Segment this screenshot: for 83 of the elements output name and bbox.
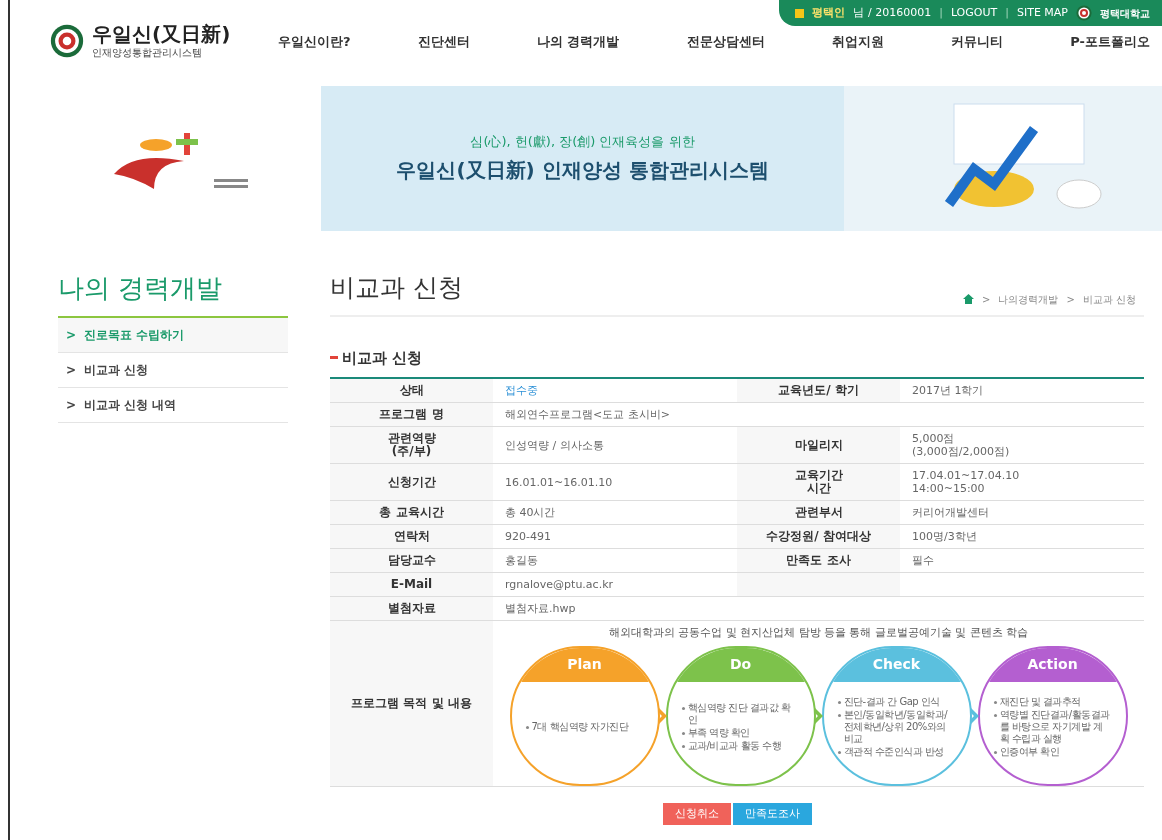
row-label: 별첨자료 xyxy=(330,597,493,620)
separator-text: | xyxy=(1005,4,1009,21)
row-value: 16.01.01~16.01.10 xyxy=(504,474,614,491)
pdca-item: 부족 역량 확인 xyxy=(687,726,750,739)
row-value: 총 40시간 xyxy=(504,505,557,521)
program-description: 해외대학과의 공동수업 및 현지산업체 탐방 등을 통해 글로벌공예기술 및 콘텐츠 학습 xyxy=(608,625,1029,641)
nav-menu-item[interactable]: 나의 경력개발 xyxy=(536,32,620,52)
bullet-icon xyxy=(681,706,685,710)
row-label: 교육기간 시간 xyxy=(737,464,900,500)
bullet-icon xyxy=(525,725,529,729)
nav-menu-item[interactable]: 진단센터 xyxy=(417,32,470,52)
university-name: 평택대학교 xyxy=(1100,6,1150,21)
bullet-icon xyxy=(837,700,841,704)
row-label: 프로그램 명 xyxy=(330,403,493,426)
nav-menu-item[interactable]: 우일신이란? xyxy=(278,32,351,52)
breadcrumb-link[interactable]: 나의경력개발 xyxy=(998,291,1059,307)
bullet-icon xyxy=(681,744,685,748)
brand-name: 우일신(又日新) xyxy=(92,22,231,47)
bullet-icon xyxy=(837,713,841,717)
row-label: 연락처 xyxy=(330,525,493,548)
row-value: 필수 xyxy=(911,553,935,569)
nav-menu-item[interactable]: 커뮤니티 xyxy=(951,32,1004,52)
row-value: 별첨자료.hwp xyxy=(504,601,577,617)
row-label: 신청기간 xyxy=(330,464,493,500)
user-icon xyxy=(795,8,805,18)
breadcrumb-separator: > xyxy=(1066,292,1075,307)
pdca-item: 역량별 진단결과/활동결과를 바탕으로 자기계발 계획 수립과 실행 xyxy=(999,708,1111,745)
sidebar-item[interactable]: > 비교과 신청 xyxy=(58,353,288,388)
banner-tagline: 심(心), 헌(獻), 장(創) 인재육성을 위한 xyxy=(470,132,695,151)
page-title: 비교과 신청 xyxy=(330,272,463,304)
bullet-icon xyxy=(993,713,997,717)
row-value: 커리어개발센터 xyxy=(911,505,990,521)
row-value: 5,000점 (3,000점/2,000점) xyxy=(911,431,1011,460)
row-value: 2017년 1학기 xyxy=(911,383,985,399)
row-label: E-Mail xyxy=(330,573,493,596)
status-value: 접수중 xyxy=(504,383,539,399)
pdca-item: 인증여부 확인 xyxy=(999,745,1060,758)
user-name: 평택인 xyxy=(812,4,846,21)
pdca-item: 객관적 수준인식과 반성 xyxy=(843,745,944,758)
row-label: 관련부서 xyxy=(737,501,900,524)
row-label: 만족도 조사 xyxy=(737,549,900,572)
user-id: 님 / 20160001 xyxy=(853,4,932,21)
bullet-icon xyxy=(993,750,997,754)
pdca-item: 진단-결과 간 Gap 인식 xyxy=(843,695,940,708)
bullet-icon xyxy=(681,731,685,735)
row-label: 총 교육시간 xyxy=(330,501,493,524)
breadcrumb-separator: > xyxy=(982,292,991,307)
nav-menu-item[interactable]: 취업지원 xyxy=(831,32,884,52)
row-value: 해외연수프로그램<도교 초시비> xyxy=(504,407,671,423)
header-link[interactable]: SITE MAP xyxy=(1016,4,1068,22)
section-title: 비교과 신청 xyxy=(342,347,423,369)
home-icon xyxy=(963,294,975,304)
bullet-icon xyxy=(993,700,997,704)
pdca-item: 핵심역량 진단 결과값 확인 xyxy=(687,701,792,726)
bullet-icon xyxy=(837,750,841,754)
pdca-item: 교과/비교과 활동 수행 xyxy=(687,739,782,752)
row-label: 상태 xyxy=(330,379,493,402)
row-value: rgnalove@ptu.ac.kr xyxy=(504,577,615,593)
header-link[interactable]: LOGOUT xyxy=(950,4,998,22)
section-marker-icon xyxy=(330,356,338,360)
nav-menu-item[interactable]: P-포트폴리오 xyxy=(1070,32,1150,52)
pdca-item: 재진단 및 결과추적 xyxy=(999,695,1081,708)
nav-menu-item[interactable]: 전문상담센터 xyxy=(686,32,765,52)
university-emblem-icon xyxy=(50,23,84,58)
pdca-item: 본인/동일학년/동일학과/전체학년/상위 20%와의 비교 xyxy=(843,708,949,745)
row-label: 프로그램 목적 및 내용 xyxy=(330,621,493,786)
row-value: 인성역량 / 의사소통 xyxy=(504,437,605,454)
banner-headline: 우일신(又日新) 인재양성 통합관리시스템 xyxy=(396,157,769,185)
row-value: 100명/3학년 xyxy=(911,529,978,545)
breadcrumb-link[interactable]: 비교과 신청 xyxy=(1082,291,1136,307)
row-label: 수강정원/ 참여대상 xyxy=(737,525,900,548)
row-value: 920-491 xyxy=(504,529,552,545)
row-label: 관련역량 (주/부) xyxy=(330,427,493,463)
sidebar-item[interactable]: > 비교과 신청 내역 xyxy=(58,388,288,423)
brand-subtitle: 인재양성통합관리시스템 xyxy=(92,47,203,60)
row-value: 17.04.01~17.04.10 14:00~15:00 xyxy=(911,468,1021,497)
university-emblem-icon xyxy=(1076,5,1092,21)
row-label: 교육년도/ 학기 xyxy=(737,379,900,402)
row-label: 마일리지 xyxy=(737,427,900,463)
row-label: 담당교수 xyxy=(330,549,493,572)
pdca-item: 7대 핵심역량 자가진단 xyxy=(531,720,629,733)
row-value: 홍길동 xyxy=(504,553,539,569)
separator-text: | xyxy=(939,4,943,21)
